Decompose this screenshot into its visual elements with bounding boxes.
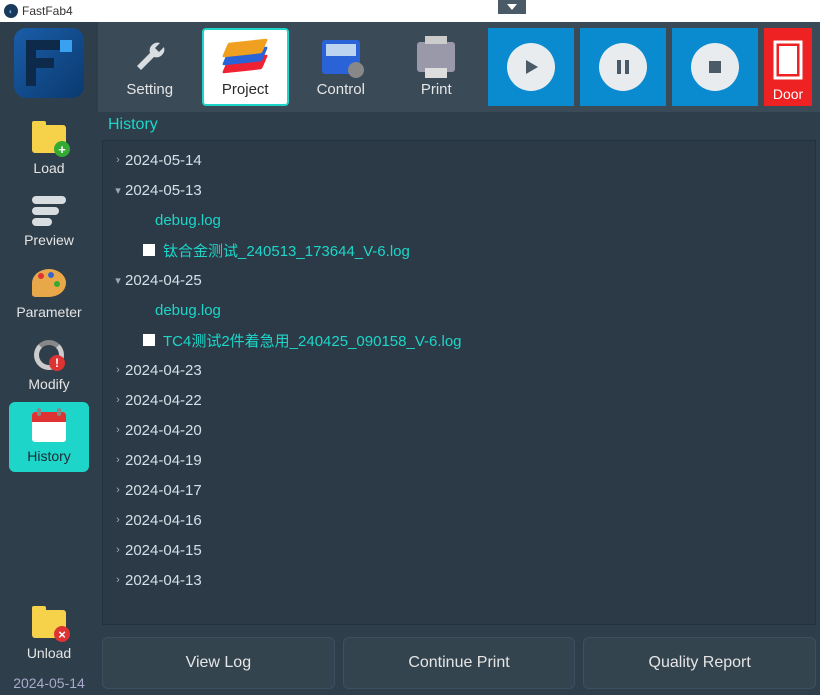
modify-icon <box>34 340 64 370</box>
tree-date-row[interactable]: › 2024-04-16 <box>103 505 815 535</box>
tree-date-label: 2024-04-20 <box>125 422 202 439</box>
tool-label: Control <box>317 81 365 98</box>
pause-icon <box>614 58 632 76</box>
tree-date-row[interactable]: › 2024-04-13 <box>103 565 815 595</box>
play-button[interactable] <box>488 28 574 106</box>
chevron-right-icon: › <box>111 574 125 586</box>
folder-plus-icon: + <box>32 125 66 153</box>
calendar-icon <box>32 412 66 442</box>
tool-label: Setting <box>126 81 173 98</box>
chevron-right-icon: › <box>111 454 125 466</box>
tree-file-row[interactable]: TC4测试2件着急用_240425_090158_V-6.log <box>103 325 815 355</box>
stop-button[interactable] <box>672 28 758 106</box>
chevron-right-icon: › <box>111 154 125 166</box>
sidebar-item-label: Modify <box>28 376 69 392</box>
titlebar-dropdown[interactable] <box>498 0 526 14</box>
tree-date-label: 2024-04-25 <box>125 272 202 289</box>
sidebar: + Load Preview Parameter Modify History … <box>0 22 98 695</box>
app-logo <box>14 28 84 98</box>
sidebar-item-label: Load <box>33 160 64 176</box>
tree-file-label: debug.log <box>155 212 221 229</box>
tree-date-row[interactable]: ▾ 2024-04-25 <box>103 265 815 295</box>
wrench-icon <box>128 37 172 77</box>
sidebar-item-label: Unload <box>27 645 71 661</box>
printer-icon <box>417 42 455 72</box>
tree-file-label: TC4测试2件着急用_240425_090158_V-6.log <box>163 330 462 351</box>
tree-date-label: 2024-04-15 <box>125 542 202 559</box>
tree-file-row[interactable]: debug.log <box>103 205 815 235</box>
sidebar-item-unload[interactable]: × Unload <box>9 599 89 669</box>
play-icon <box>521 57 541 77</box>
toolbar: Setting Project Control Print <box>98 22 820 112</box>
tree-date-label: 2024-05-14 <box>125 152 202 169</box>
tree-date-label: 2024-04-23 <box>125 362 202 379</box>
tree-file-row[interactable]: debug.log <box>103 295 815 325</box>
checkbox-icon[interactable] <box>143 244 155 256</box>
tool-label: Print <box>421 81 452 98</box>
titlebar: ◐ FastFab4 <box>0 0 820 22</box>
sidebar-item-label: History <box>27 448 71 464</box>
chevron-right-icon: › <box>111 514 125 526</box>
tree-date-row[interactable]: › 2024-05-14 <box>103 145 815 175</box>
tool-label: Project <box>222 81 269 98</box>
door-label: Door <box>773 86 803 102</box>
palette-icon <box>32 269 66 297</box>
tree-file-label: 钛合金测试_240513_173644_V-6.log <box>163 240 410 261</box>
preview-icon <box>32 196 66 226</box>
tree-file-row[interactable]: 钛合金测试_240513_173644_V-6.log <box>103 235 815 265</box>
sidebar-item-label: Preview <box>24 232 74 248</box>
sidebar-item-preview[interactable]: Preview <box>9 186 89 256</box>
tool-control[interactable]: Control <box>297 28 385 106</box>
chevron-right-icon: › <box>111 394 125 406</box>
tree-date-label: 2024-04-16 <box>125 512 202 529</box>
tree-date-row[interactable]: › 2024-04-19 <box>103 445 815 475</box>
sidebar-item-load[interactable]: + Load <box>9 114 89 184</box>
tree-date-label: 2024-05-13 <box>125 182 202 199</box>
tool-print[interactable]: Print <box>393 28 481 106</box>
door-icon <box>773 40 803 80</box>
chevron-right-icon: › <box>111 424 125 436</box>
tree-date-row[interactable]: › 2024-04-15 <box>103 535 815 565</box>
continue-print-button[interactable]: Continue Print <box>343 637 576 689</box>
tool-project[interactable]: Project <box>202 28 290 106</box>
tree-date-label: 2024-04-17 <box>125 482 202 499</box>
control-icon <box>322 40 360 74</box>
layers-icon <box>225 39 265 75</box>
panel-title: History <box>98 112 820 138</box>
status-date: 2024-05-14 <box>0 671 98 695</box>
tree-date-row[interactable]: ▾ 2024-05-13 <box>103 175 815 205</box>
tree-date-row[interactable]: › 2024-04-20 <box>103 415 815 445</box>
tree-date-label: 2024-04-22 <box>125 392 202 409</box>
tree-date-row[interactable]: › 2024-04-22 <box>103 385 815 415</box>
pause-button[interactable] <box>580 28 666 106</box>
sidebar-item-parameter[interactable]: Parameter <box>9 258 89 328</box>
sidebar-item-modify[interactable]: Modify <box>9 330 89 400</box>
sidebar-item-history[interactable]: History <box>9 402 89 472</box>
chevron-down-icon: ▾ <box>111 184 125 197</box>
tree-date-row[interactable]: › 2024-04-23 <box>103 355 815 385</box>
stop-icon <box>707 59 723 75</box>
tree-date-label: 2024-04-13 <box>125 572 202 589</box>
view-log-button[interactable]: View Log <box>102 637 335 689</box>
tree-file-label: debug.log <box>155 302 221 319</box>
history-tree[interactable]: › 2024-05-14▾ 2024-05-13debug.log钛合金测试_2… <box>102 140 816 625</box>
chevron-right-icon: › <box>111 544 125 556</box>
chevron-right-icon: › <box>111 484 125 496</box>
tool-setting[interactable]: Setting <box>106 28 194 106</box>
quality-report-button[interactable]: Quality Report <box>583 637 816 689</box>
tree-date-label: 2024-04-19 <box>125 452 202 469</box>
tree-date-row[interactable]: › 2024-04-17 <box>103 475 815 505</box>
app-icon: ◐ <box>4 4 18 18</box>
folder-x-icon: × <box>32 610 66 638</box>
chevron-down-icon: ▾ <box>111 274 125 287</box>
checkbox-icon[interactable] <box>143 334 155 346</box>
sidebar-item-label: Parameter <box>16 304 81 320</box>
chevron-right-icon: › <box>111 364 125 376</box>
app-title: FastFab4 <box>22 4 73 18</box>
door-button[interactable]: Door <box>764 28 812 106</box>
